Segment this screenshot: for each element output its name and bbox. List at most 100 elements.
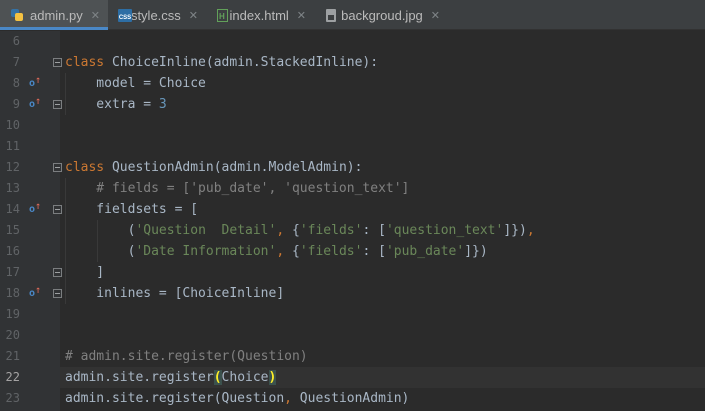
line-number: 10 (5, 118, 20, 132)
paren: ( (65, 223, 136, 238)
code-text: admin.site.register(Question, QuestionAd… (65, 388, 409, 409)
tab-label: index.html (229, 7, 289, 23)
fold-collapse-icon[interactable] (53, 205, 62, 214)
fold-end-icon[interactable] (53, 289, 62, 298)
fold-end-icon[interactable] (53, 268, 62, 277)
code-text: inlines = [ChoiceInline] (65, 286, 285, 301)
line-number: 15 (5, 223, 20, 237)
line-number: 9 (12, 97, 20, 111)
string-literal: 'Date Information' (135, 244, 277, 259)
colon-bracket: : [ (362, 244, 386, 259)
string-literal: 'pub_date' (385, 244, 465, 259)
comma: , (526, 223, 535, 238)
line-number: 6 (12, 34, 20, 48)
code-line: 7 class ChoiceInline(admin.StackedInline… (0, 52, 705, 73)
comma: , (284, 391, 292, 406)
comma: , (276, 244, 285, 259)
call: admin.site.register (65, 370, 214, 385)
matched-paren: ( (213, 370, 222, 385)
call: admin.site.register(Question (65, 391, 285, 406)
code-line: 6 (0, 31, 705, 52)
brace: { (284, 223, 300, 238)
code-line: 20 (0, 325, 705, 346)
code-line: 15 ('Question Detail', {'fields': ['ques… (0, 220, 705, 241)
code-line: 21 # admin.site.register(Question) (0, 346, 705, 367)
code-text: ('Date Information', {'fields': ['pub_da… (65, 241, 488, 262)
argument: QuestionAdmin) (291, 391, 410, 406)
override-marker-icon[interactable]: o↑ (29, 94, 41, 115)
tab-label: style.css (130, 7, 181, 23)
code-editor[interactable]: 6 7 class ChoiceInline(admin.StackedInli… (0, 31, 705, 411)
code-text: ] (65, 265, 105, 280)
line-number: 13 (5, 181, 20, 195)
line-number: 23 (5, 391, 20, 405)
tab-index-html[interactable]: H index.html ✕ (206, 0, 314, 30)
css-file-icon: CSS (118, 8, 132, 23)
tab-label: admin.py (30, 7, 83, 23)
code-line: 13 # fields = ['pub_date', 'question_tex… (0, 178, 705, 199)
fold-collapse-icon[interactable] (53, 163, 62, 172)
keyword: class (65, 55, 105, 70)
close-icon[interactable]: ✕ (189, 9, 198, 22)
line-number: 21 (5, 349, 20, 363)
line-number: 18 (5, 286, 20, 300)
code-text: class ChoiceInline(admin.StackedInline): (65, 52, 378, 73)
override-marker-icon[interactable]: o↑ (29, 283, 41, 304)
line-number: 12 (5, 160, 20, 174)
image-file-icon (324, 8, 336, 23)
argument: Choice (221, 370, 269, 385)
line-number: 14 (5, 202, 20, 216)
line-number: 7 (12, 55, 20, 69)
comment: # admin.site.register(Question) (65, 349, 308, 364)
code-line: 14 o↑ fieldsets = [ (0, 199, 705, 220)
close-brackets: ]}) (464, 244, 488, 259)
override-marker-icon[interactable]: o↑ (29, 199, 41, 220)
line-number: 17 (5, 265, 20, 279)
tab-backgroud-jpg[interactable]: backgroud.jpg ✕ (314, 0, 448, 30)
code-text: model = Choice (65, 76, 206, 91)
tab-style-css[interactable]: CSS style.css ✕ (108, 0, 206, 30)
code-line: 9 o↑ extra = 3 (0, 94, 705, 115)
close-icon[interactable]: ✕ (297, 9, 306, 22)
code-line: 11 (0, 136, 705, 157)
string-literal: 'Question Detail' (135, 223, 277, 238)
line-number: 22 (5, 370, 20, 384)
code-line: 10 (0, 115, 705, 136)
comment: # fields = ['pub_date', 'question_text'] (65, 181, 410, 196)
code-text: fieldsets = [ (65, 202, 199, 217)
code-text: admin.site.register(Choice) (65, 367, 277, 388)
class-declaration: ChoiceInline(admin.StackedInline): (104, 55, 379, 70)
code-line: 19 (0, 304, 705, 325)
string-literal: 'question_text' (385, 223, 504, 238)
close-brackets: ]}) (503, 223, 527, 238)
fold-end-icon[interactable] (53, 100, 62, 109)
matched-paren: ) (268, 370, 277, 385)
close-icon[interactable]: ✕ (91, 9, 100, 22)
fold-collapse-icon[interactable] (53, 58, 62, 67)
tab-admin-py[interactable]: admin.py ✕ (0, 0, 108, 30)
code-text: ('Question Detail', {'fields': ['questio… (65, 220, 535, 241)
line-number: 19 (5, 307, 20, 321)
line-number: 8 (12, 76, 20, 90)
string-literal: 'fields' (299, 244, 363, 259)
close-icon[interactable]: ✕ (431, 9, 440, 22)
code-line: 23 admin.site.register(Question, Questio… (0, 388, 705, 409)
code-line-current: 22 admin.site.register(Choice) (0, 367, 705, 388)
line-number: 16 (5, 244, 20, 258)
code-line: 17 ] (0, 262, 705, 283)
line-number: 11 (5, 139, 20, 153)
code-text: extra = 3 (65, 94, 166, 115)
comma: , (276, 223, 285, 238)
assignment: extra = (65, 97, 159, 112)
code-line: 8 o↑ model = Choice (0, 73, 705, 94)
brace: { (284, 244, 300, 259)
class-declaration: QuestionAdmin(admin.ModelAdmin): (104, 160, 363, 175)
python-file-icon (10, 8, 24, 23)
html-file-icon: H (216, 8, 228, 23)
code-line: 18 o↑ inlines = [ChoiceInline] (0, 283, 705, 304)
code-line: 16 ('Date Information', {'fields': ['pub… (0, 241, 705, 262)
editor-tab-bar: admin.py ✕ CSS style.css ✕ H index.html … (0, 0, 705, 30)
code-line: 12 class QuestionAdmin(admin.ModelAdmin)… (0, 157, 705, 178)
string-literal: 'fields' (299, 223, 363, 238)
override-marker-icon[interactable]: o↑ (29, 73, 41, 94)
